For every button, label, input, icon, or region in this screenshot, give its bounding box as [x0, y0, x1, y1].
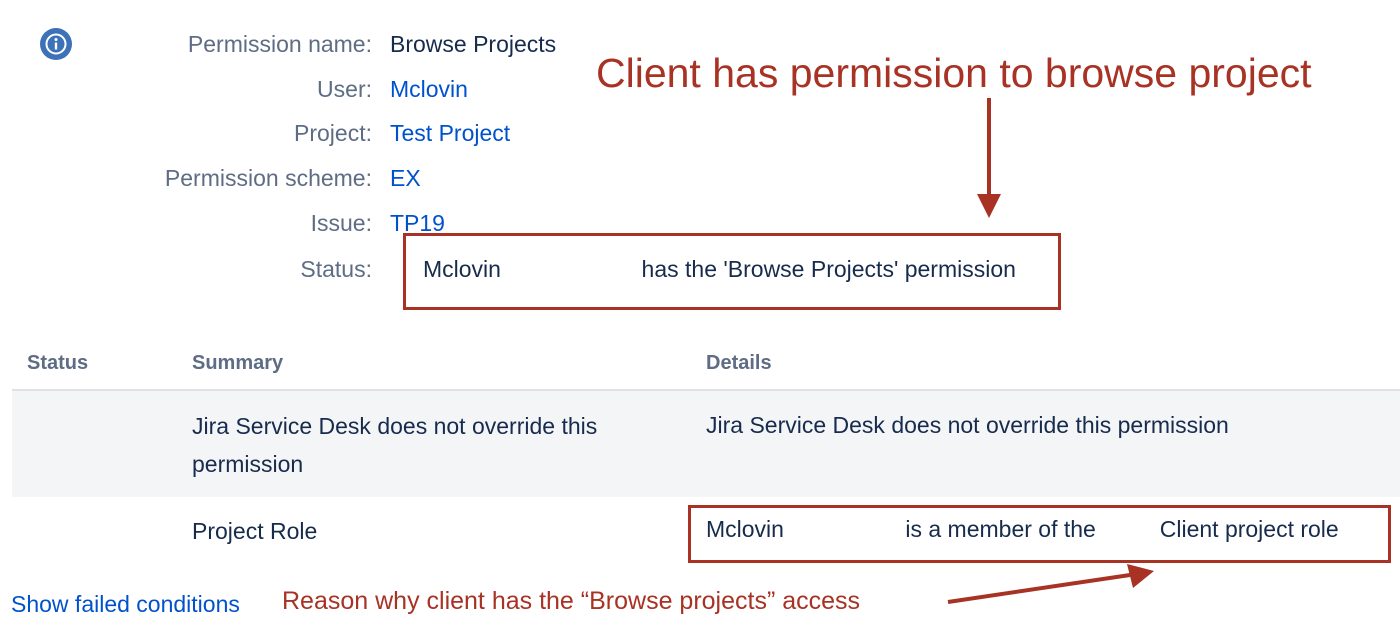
user-link[interactable]: Mclovin [390, 76, 468, 103]
permission-scheme-link[interactable]: EX [390, 165, 421, 192]
row-1-details: Jira Service Desk does not override this… [706, 412, 1229, 438]
status-label: Status: [300, 256, 372, 282]
show-failed-conditions-link[interactable]: Show failed conditions [11, 591, 240, 618]
column-header-details: Details [706, 352, 772, 374]
column-header-status: Status [27, 352, 89, 374]
annotation-top: Client has permission to browse project [596, 50, 1312, 96]
row-2-summary: Project Role [192, 518, 318, 544]
annotation-arrow-right [947, 564, 1154, 604]
row-2-details: Mclovin is a member of the Client projec… [706, 516, 1339, 542]
user-label: User: [317, 76, 372, 102]
row-1-summary: Jira Service Desk does not override this… [192, 413, 598, 477]
permission-name-label: Permission name: [187, 31, 372, 57]
permission-scheme-label: Permission scheme: [164, 165, 372, 191]
annotation-bottom: Reason why client has the “Browse projec… [282, 587, 861, 615]
annotation-arrow-down [977, 98, 1001, 218]
column-header-summary: Summary [192, 352, 284, 374]
status-value: Mclovin has the 'Browse Projects' permis… [423, 256, 1016, 282]
issue-label: Issue: [310, 210, 372, 236]
project-label: Project: [294, 120, 372, 146]
permission-name-value: Browse Projects [390, 31, 557, 57]
project-link[interactable]: Test Project [390, 120, 510, 147]
